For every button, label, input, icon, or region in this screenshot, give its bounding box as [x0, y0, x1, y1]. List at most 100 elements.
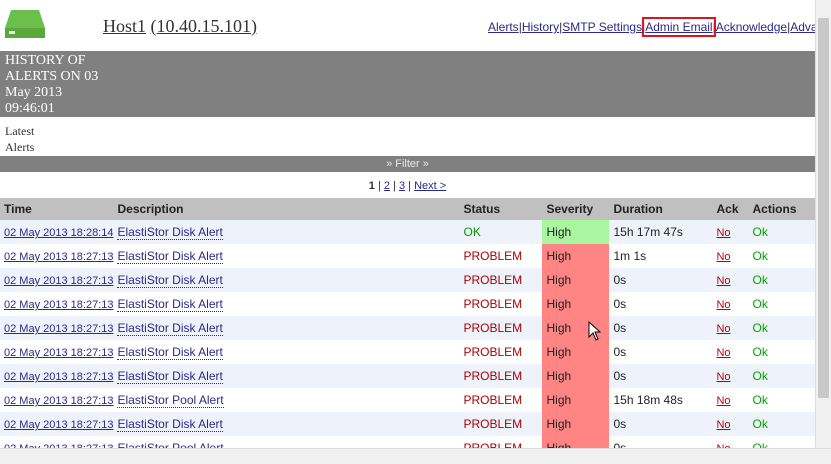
table-row: 02 May 2013 18:28:14 ElastiStor Disk Ale…: [0, 220, 815, 244]
nav-smtp-settings[interactable]: SMTP Settings: [562, 20, 642, 34]
row-severity: High: [542, 268, 610, 292]
browser-viewport: Host1 (10.40.15.101) Alerts|History|SMTP…: [0, 0, 815, 463]
row-action[interactable]: Ok: [748, 268, 815, 292]
nav-advanced[interactable]: Advanced: [790, 20, 815, 34]
row-ack-link[interactable]: No: [716, 347, 730, 359]
row-duration: 15h 17m 47s: [609, 220, 713, 244]
row-duration: 0s: [609, 316, 713, 340]
row-description-link[interactable]: ElastiStor Disk Alert: [117, 345, 223, 360]
table-row: 02 May 2013 18:27:13 ElastiStor Pool Ale…: [0, 388, 815, 412]
row-description-link[interactable]: ElastiStor Disk Alert: [117, 225, 223, 240]
col-time[interactable]: Time: [0, 198, 114, 220]
pagination: 1 | 2 | 3 | Next >: [368, 180, 447, 192]
row-action[interactable]: Ok: [748, 292, 815, 316]
page-3-link[interactable]: 3: [399, 180, 405, 192]
next-page-link[interactable]: Next >: [414, 180, 446, 192]
nav-acknowledge[interactable]: Acknowledge: [716, 20, 787, 34]
table-header-row: Time Description Status Severity Duratio…: [0, 198, 815, 220]
row-description-link[interactable]: ElastiStor Disk Alert: [117, 297, 223, 312]
row-ack-link[interactable]: No: [716, 227, 730, 239]
col-duration[interactable]: Duration: [609, 198, 713, 220]
horizontal-scrollbar[interactable]: [0, 448, 831, 464]
host-name[interactable]: Host1: [103, 16, 146, 36]
col-actions[interactable]: Actions: [748, 198, 815, 220]
row-description-link[interactable]: ElastiStor Disk Alert: [117, 249, 223, 264]
row-status: PROBLEM: [459, 364, 543, 388]
row-description-link[interactable]: ElastiStor Pool Alert: [117, 393, 224, 408]
row-duration: 1m 1s: [609, 244, 713, 268]
page-current: 1: [368, 180, 375, 192]
col-description[interactable]: Description: [113, 198, 460, 220]
row-duration: 0s: [609, 340, 713, 364]
row-severity: High: [542, 292, 610, 316]
nav-history[interactable]: History: [522, 20, 559, 34]
history-title: HISTORY OF ALERTS ON 03 May 2013 09:46:0…: [5, 53, 99, 116]
row-severity: High: [542, 340, 610, 364]
row-action[interactable]: Ok: [748, 388, 815, 412]
row-ack-link[interactable]: No: [716, 275, 730, 287]
filter-bar[interactable]: » Filter »: [0, 156, 815, 172]
row-duration: 0s: [609, 364, 713, 388]
row-time-link[interactable]: 02 May 2013 18:27:13: [4, 299, 113, 311]
row-status: PROBLEM: [459, 412, 543, 436]
row-time-link[interactable]: 02 May 2013 18:27:13: [4, 275, 113, 287]
row-severity: High: [542, 388, 610, 412]
scrollbar-thumb[interactable]: [818, 18, 829, 398]
row-action[interactable]: Ok: [748, 244, 815, 268]
row-status: PROBLEM: [459, 388, 543, 412]
row-status: PROBLEM: [459, 268, 543, 292]
row-duration: 0s: [609, 412, 713, 436]
table-row: 02 May 2013 18:27:13 ElastiStor Disk Ale…: [0, 412, 815, 436]
row-time-link[interactable]: 02 May 2013 18:27:13: [4, 347, 113, 359]
history-banner: HISTORY OF ALERTS ON 03 May 2013 09:46:0…: [0, 51, 815, 117]
alerts-table: Time Description Status Severity Duratio…: [0, 198, 815, 460]
row-status: PROBLEM: [459, 244, 543, 268]
row-severity: High: [542, 412, 610, 436]
row-severity: High: [542, 364, 610, 388]
row-severity: High: [542, 244, 610, 268]
row-action[interactable]: Ok: [748, 316, 815, 340]
row-time-link[interactable]: 02 May 2013 18:27:13: [4, 323, 113, 335]
table-row: 02 May 2013 18:27:13 ElastiStor Disk Ale…: [0, 364, 815, 388]
row-action[interactable]: Ok: [748, 364, 815, 388]
top-nav: Alerts|History|SMTP Settings|Admin Email…: [488, 17, 815, 37]
row-ack-link[interactable]: No: [716, 251, 730, 263]
row-ack-link[interactable]: No: [716, 371, 730, 383]
row-time-link[interactable]: 02 May 2013 18:27:13: [4, 371, 113, 383]
row-description-link[interactable]: ElastiStor Disk Alert: [117, 417, 223, 432]
mouse-pointer-icon: [588, 321, 602, 341]
row-action[interactable]: Ok: [748, 412, 815, 436]
double-chevron-icon: »: [386, 158, 393, 170]
row-description-link[interactable]: ElastiStor Disk Alert: [117, 321, 223, 336]
row-ack-link[interactable]: No: [716, 419, 730, 431]
col-status[interactable]: Status: [459, 198, 543, 220]
row-status: OK: [459, 220, 543, 244]
row-ack-link[interactable]: No: [716, 395, 730, 407]
host-ip[interactable]: (10.40.15.101): [151, 16, 258, 36]
page-2-link[interactable]: 2: [384, 180, 390, 192]
row-description-link[interactable]: ElastiStor Disk Alert: [117, 369, 223, 384]
col-severity[interactable]: Severity: [542, 198, 610, 220]
row-description-link[interactable]: ElastiStor Disk Alert: [117, 273, 223, 288]
row-status: PROBLEM: [459, 316, 543, 340]
row-severity: High: [542, 220, 610, 244]
row-time-link[interactable]: 02 May 2013 18:27:13: [4, 251, 113, 263]
table-row: 02 May 2013 18:27:13 ElastiStor Disk Ale…: [0, 316, 815, 340]
vertical-scrollbar[interactable]: [815, 0, 831, 463]
hard-drive-logo-icon: [5, 10, 45, 38]
row-ack-link[interactable]: No: [716, 299, 730, 311]
row-duration: 15h 18m 48s: [609, 388, 713, 412]
row-time-link[interactable]: 02 May 2013 18:27:13: [4, 419, 113, 431]
nav-admin-email[interactable]: Admin Email: [642, 17, 716, 37]
col-ack[interactable]: Ack: [712, 198, 749, 220]
host-title: Host1 (10.40.15.101): [103, 16, 257, 37]
row-action[interactable]: Ok: [748, 340, 815, 364]
row-status: PROBLEM: [459, 292, 543, 316]
row-duration: 0s: [609, 292, 713, 316]
row-action[interactable]: Ok: [748, 220, 815, 244]
row-time-link[interactable]: 02 May 2013 18:27:13: [4, 395, 113, 407]
row-ack-link[interactable]: No: [716, 323, 730, 335]
row-status: PROBLEM: [459, 340, 543, 364]
row-time-link[interactable]: 02 May 2013 18:28:14: [4, 227, 113, 239]
nav-alerts[interactable]: Alerts: [488, 20, 519, 34]
